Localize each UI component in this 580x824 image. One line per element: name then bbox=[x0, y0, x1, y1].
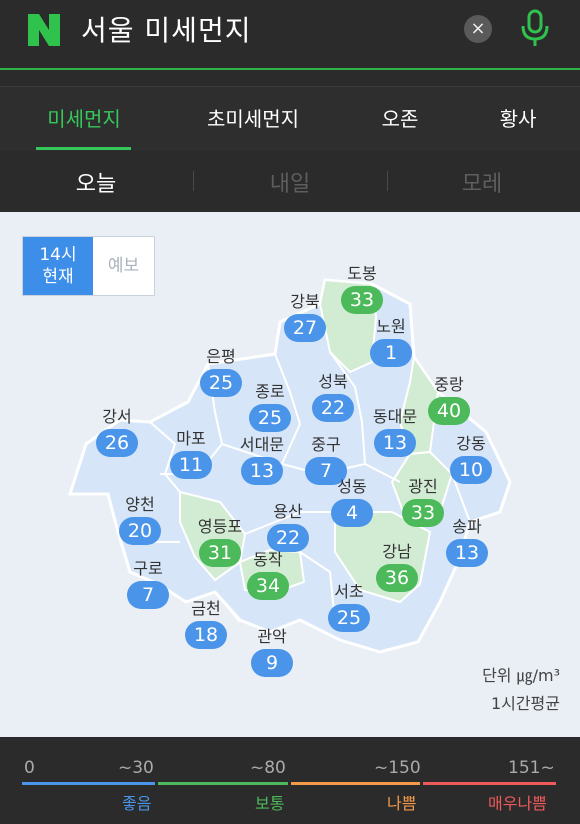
tab-ozone[interactable]: 오존 bbox=[360, 103, 440, 132]
search-query[interactable]: 서울 미세먼지 bbox=[81, 9, 251, 49]
district-name: 양천 bbox=[125, 495, 155, 514]
district-value-badge: 26 bbox=[96, 429, 138, 457]
legend-label-bad: 나쁨 bbox=[387, 794, 417, 813]
district-value-badge: 9 bbox=[251, 649, 293, 677]
tab-yellow-dust[interactable]: 황사 bbox=[478, 103, 558, 132]
district-name: 강남 bbox=[382, 542, 412, 561]
legend-bar-bad bbox=[291, 782, 420, 785]
divider bbox=[387, 171, 388, 191]
district-marker[interactable]: 동작 34 bbox=[223, 550, 313, 600]
naver-logo-icon[interactable] bbox=[26, 12, 62, 48]
district-name: 동작 bbox=[253, 550, 283, 569]
district-value-badge: 25 bbox=[249, 404, 291, 432]
legend-bar-very-bad bbox=[423, 782, 556, 785]
district-marker[interactable]: 서초 25 bbox=[304, 582, 394, 632]
district-name: 강북 bbox=[290, 292, 320, 311]
day-tabs: 오늘 내일 모레 bbox=[0, 151, 580, 211]
legend-label-good: 좋음 bbox=[122, 794, 152, 813]
district-value-badge: 22 bbox=[312, 394, 354, 422]
district-name: 서초 bbox=[334, 582, 364, 601]
active-tab-indicator bbox=[36, 147, 131, 150]
district-value-badge: 13 bbox=[374, 429, 416, 457]
district-value-badge: 20 bbox=[119, 517, 161, 545]
district-name: 강동 bbox=[456, 434, 486, 453]
district-value-badge: 34 bbox=[247, 572, 289, 600]
averaging-label: 1시간평균 bbox=[490, 694, 560, 713]
divider bbox=[193, 171, 194, 191]
microphone-icon[interactable] bbox=[515, 8, 555, 48]
district-value-badge: 18 bbox=[185, 621, 227, 649]
district-name: 송파 bbox=[452, 517, 482, 536]
day-after-tomorrow[interactable]: 모레 bbox=[422, 166, 542, 198]
district-name: 동대문 bbox=[372, 407, 418, 426]
unit-note: 단위 ㎍/m³ 1시간평균 bbox=[482, 662, 560, 718]
district-value-badge: 1 bbox=[370, 339, 412, 367]
legend-label-very-bad: 매우나쁨 bbox=[488, 794, 547, 813]
district-value-badge: 22 bbox=[267, 524, 309, 552]
district-name: 광진 bbox=[408, 477, 438, 496]
search-bar: 서울 미세먼지 × bbox=[0, 0, 580, 70]
legend-bar-good bbox=[22, 782, 155, 785]
district-value-badge: 4 bbox=[331, 499, 373, 527]
day-today[interactable]: 오늘 bbox=[36, 166, 156, 198]
district-name: 중구 bbox=[311, 435, 341, 454]
district-name: 금천 bbox=[191, 599, 221, 618]
district-marker[interactable]: 강북 27 bbox=[260, 292, 350, 342]
district-marker[interactable]: 노원 1 bbox=[346, 317, 436, 367]
district-name: 강서 bbox=[102, 407, 132, 426]
district-value-badge: 13 bbox=[446, 539, 488, 567]
unit-label: 단위 ㎍/m³ bbox=[482, 666, 560, 685]
district-value-badge: 27 bbox=[284, 314, 326, 342]
level-legend: 0 ~30 ~80 ~150 151~ 좋음 보통 나쁨 매우나쁨 bbox=[0, 738, 580, 824]
district-value-badge: 13 bbox=[241, 457, 283, 485]
district-name: 구로 bbox=[133, 559, 163, 578]
legend-range-bad: ~150 bbox=[374, 758, 421, 778]
tab-fine-dust[interactable]: 미세먼지 bbox=[28, 103, 140, 132]
district-marker[interactable]: 양천 20 bbox=[95, 495, 185, 545]
district-name: 종로 bbox=[255, 382, 285, 401]
legend-bar-moderate bbox=[158, 782, 288, 785]
district-name: 관악 bbox=[257, 627, 287, 646]
district-marker[interactable]: 종로 25 bbox=[225, 382, 315, 432]
dust-map-panel: 14시 현재 예보 도봉 33 강북 27 노원 1 은평 25 성북 22 중랑 40 종로 bbox=[0, 212, 580, 737]
district-name: 노원 bbox=[376, 317, 406, 336]
legend-range-very-bad: 151~ bbox=[508, 758, 555, 778]
district-name: 중랑 bbox=[434, 375, 464, 394]
day-tomorrow[interactable]: 내일 bbox=[230, 166, 350, 198]
district-marker[interactable]: 관악 9 bbox=[227, 627, 317, 677]
legend-range-good: ~30 bbox=[118, 758, 154, 778]
district-name: 영등포 bbox=[197, 517, 243, 536]
district-value-badge: 11 bbox=[170, 451, 212, 479]
legend-label-moderate: 보통 bbox=[255, 794, 285, 813]
district-name: 도봉 bbox=[347, 264, 377, 283]
district-value-badge: 25 bbox=[328, 604, 370, 632]
clear-icon[interactable]: × bbox=[464, 15, 492, 43]
tab-ultrafine-dust[interactable]: 초미세먼지 bbox=[190, 103, 316, 132]
legend-range-start: 0 bbox=[24, 758, 35, 778]
legend-range-moderate: ~80 bbox=[250, 758, 286, 778]
pollutant-tabs: 미세먼지 초미세먼지 오존 황사 bbox=[0, 86, 580, 152]
district-name: 은평 bbox=[206, 347, 236, 366]
